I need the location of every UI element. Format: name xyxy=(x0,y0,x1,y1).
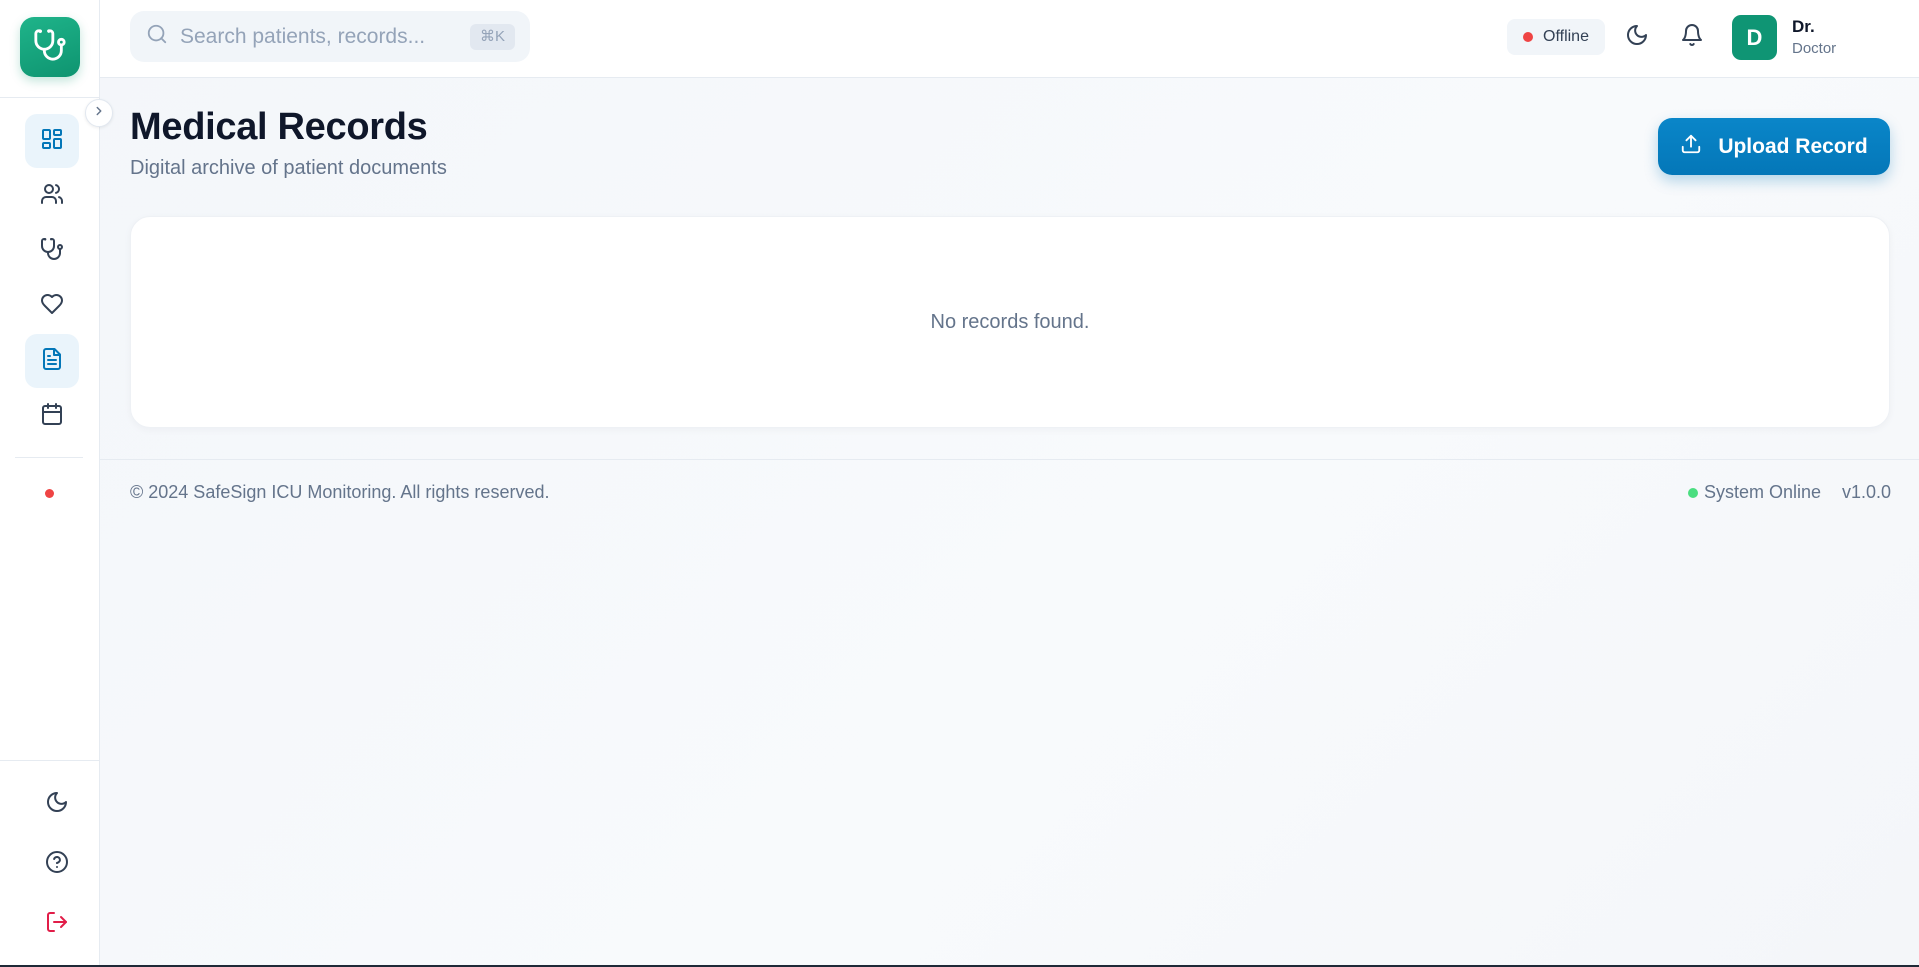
sidebar-divider xyxy=(15,457,83,458)
calendar-icon xyxy=(40,402,64,431)
search-placeholder: Search patients, records... xyxy=(180,24,426,48)
sidebar-item-dashboard[interactable] xyxy=(25,114,79,168)
status-label: Offline xyxy=(1543,28,1589,45)
sidebar-item-doctors[interactable] xyxy=(25,224,79,278)
stethoscope-icon xyxy=(40,237,64,266)
sidebar-collapse-button[interactable] xyxy=(85,99,113,127)
moon-icon xyxy=(45,790,69,819)
user-role: Doctor xyxy=(1792,40,1837,57)
upload-record-label: Upload Record xyxy=(1718,134,1868,158)
upload-icon xyxy=(1680,133,1702,161)
help-icon xyxy=(45,850,69,879)
page-title: Medical Records xyxy=(130,106,428,148)
help-button[interactable] xyxy=(39,846,75,882)
sidebar-divider xyxy=(0,97,100,98)
theme-toggle-button[interactable] xyxy=(1622,22,1652,52)
sidebar xyxy=(0,0,100,967)
chevron-right-icon xyxy=(92,104,106,123)
connection-status-dot xyxy=(45,489,54,498)
document-icon xyxy=(40,347,64,376)
upload-record-button[interactable]: Upload Record xyxy=(1658,118,1890,175)
avatar[interactable]: D xyxy=(1732,15,1777,60)
sidebar-divider xyxy=(0,760,100,761)
stethoscope-icon xyxy=(33,28,67,67)
moon-icon xyxy=(1625,23,1649,52)
notifications-button[interactable] xyxy=(1677,22,1707,52)
app-version: v1.0.0 xyxy=(1842,482,1892,502)
theme-toggle-button[interactable] xyxy=(39,786,75,822)
dashboard-icon xyxy=(40,127,64,156)
records-card: No records found. xyxy=(130,216,1890,428)
sidebar-item-patients[interactable] xyxy=(25,169,79,223)
search-shortcut-badge: ⌘K xyxy=(469,24,515,50)
footer-divider xyxy=(100,459,1919,460)
bell-icon xyxy=(1680,23,1704,52)
heart-icon xyxy=(40,292,64,321)
connection-status-badge: Offline xyxy=(1507,19,1605,55)
page-subtitle: Digital archive of patient documents xyxy=(130,157,447,179)
sidebar-item-records[interactable] xyxy=(25,334,79,388)
sidebar-item-schedule[interactable] xyxy=(25,389,79,443)
sidebar-item-vitals[interactable] xyxy=(25,279,79,333)
status-dot xyxy=(1523,32,1534,42)
logout-icon xyxy=(45,910,69,939)
search-input[interactable]: Search patients, records... ⌘K xyxy=(130,11,530,62)
search-icon xyxy=(146,23,168,50)
system-status-label: System Online xyxy=(1704,482,1822,502)
system-status: System Online xyxy=(1688,482,1821,503)
logout-button[interactable] xyxy=(39,906,75,942)
footer-copyright: © 2024 SafeSign ICU Monitoring. All righ… xyxy=(130,482,550,502)
top-header: Search patients, records... ⌘K Offline D… xyxy=(100,0,1919,78)
users-icon xyxy=(40,182,64,211)
system-status-dot xyxy=(1688,487,1698,498)
app-logo[interactable] xyxy=(20,17,80,77)
user-name[interactable]: Dr. xyxy=(1792,17,1815,37)
empty-state-text: No records found. xyxy=(930,310,1090,333)
